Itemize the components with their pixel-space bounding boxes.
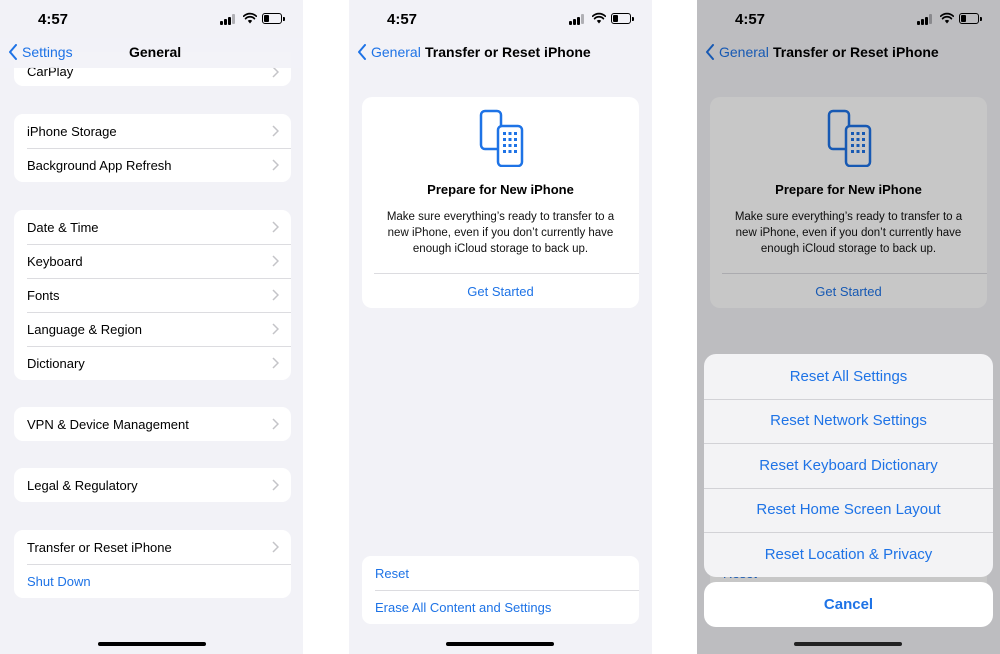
list-item-background-app-refresh[interactable]: Background App Refresh [14,148,291,182]
chevron-right-icon [272,541,279,553]
cancel-button[interactable]: Cancel [704,582,993,627]
reset-keyboard-dictionary-button[interactable]: Reset Keyboard Dictionary [704,443,993,488]
status-bar: 4:57 [0,0,303,38]
general-settings-screen: 4:57 Settings General CarPlay Settings G… [0,0,303,654]
list-item-iphone-storage[interactable]: iPhone Storage [14,114,291,148]
reset-home-screen-layout-button[interactable]: Reset Home Screen Layout [704,487,993,533]
list-item-date-time[interactable]: Date & Time [14,210,291,244]
card-divider [374,273,639,274]
reset-action-sheet: Reset All Settings Reset Network Setting… [704,354,993,577]
erase-label: Erase All Content and Settings [375,599,552,615]
erase-all-button[interactable]: Erase All Content and Settings [362,590,639,624]
list-item-label: Legal & Regulatory [27,477,138,493]
chevron-right-icon [272,125,279,137]
home-indicator[interactable] [794,642,902,646]
battery-icon [611,13,634,24]
list-item-label: VPN & Device Management [27,416,189,432]
transfer-phones-icon [479,109,524,167]
chevron-right-icon [272,289,279,301]
chevron-right-icon [272,418,279,430]
list-item-label: Dictionary [27,355,85,371]
settings-group-vpn: VPN & Device Management [14,407,291,441]
wifi-icon [243,12,257,24]
chevron-right-icon [272,221,279,233]
list-item-fonts[interactable]: Fonts [14,278,291,312]
wifi-icon [592,12,606,24]
battery-icon [262,13,285,24]
list-item-label: Keyboard [27,253,83,269]
shut-down-label: Shut Down [27,573,91,589]
list-item-label: Transfer or Reset iPhone [27,539,172,555]
list-item-label: Background App Refresh [27,157,172,173]
nav-bar: General Transfer or Reset iPhone [349,38,652,68]
list-item-keyboard[interactable]: Keyboard [14,244,291,278]
transfer-reset-screen: 4:57 General Transfer or Reset iPhone Pr… [349,0,652,654]
reset-label: Reset [375,565,409,581]
chevron-right-icon [272,255,279,267]
page-title: Transfer or Reset iPhone [425,44,591,60]
settings-group-transfer: Transfer or Reset iPhone Shut Down [14,530,291,598]
list-item-legal-regulatory[interactable]: Legal & Regulatory [14,468,291,502]
back-button-overlay[interactable]: Settings [8,44,73,60]
back-chevron-icon [9,44,17,60]
list-item-label: Language & Region [27,321,142,337]
chevron-right-icon [272,323,279,335]
settings-group-locale: Date & Time Keyboard Fonts Language & Re… [14,210,291,380]
home-indicator[interactable] [98,642,206,646]
list-item-label: Date & Time [27,219,99,235]
settings-group-storage: iPhone Storage Background App Refresh [14,114,291,182]
list-item-transfer-reset[interactable]: Transfer or Reset iPhone [14,530,291,564]
chevron-right-icon [272,357,279,369]
nav-bar-overlay: Settings General [0,38,303,68]
list-item-vpn-device-management[interactable]: VPN & Device Management [14,407,291,441]
reset-button[interactable]: Reset [362,556,639,590]
list-item-label: iPhone Storage [27,123,117,139]
reset-action-sheet-screen: 4:57 General Transfer or Reset iPhone Pr… [697,0,1000,654]
home-indicator[interactable] [446,642,554,646]
status-bar: 4:57 [349,0,652,38]
reset-network-settings-button[interactable]: Reset Network Settings [704,398,993,444]
chevron-right-icon [272,479,279,491]
list-item-language-region[interactable]: Language & Region [14,312,291,346]
status-time: 4:57 [38,11,69,28]
status-time: 4:57 [387,11,418,28]
card-description: Make sure everything’s ready to transfer… [386,211,615,255]
reset-location-privacy-button[interactable]: Reset Location & Privacy [704,532,993,577]
cellular-signal-icon [220,14,236,25]
back-button[interactable]: General [357,44,421,60]
get-started-button[interactable]: Get Started [362,284,639,299]
settings-group-legal: Legal & Regulatory [14,468,291,502]
cellular-signal-icon [569,14,585,25]
reset-all-settings-button[interactable]: Reset All Settings [704,354,993,399]
page-title-overlay: General [129,44,182,60]
back-chevron-icon [358,44,366,60]
chevron-right-icon [272,159,279,171]
shut-down-button[interactable]: Shut Down [14,564,291,598]
back-label: Settings [22,44,73,60]
back-label: General [371,44,421,60]
card-title: Prepare for New iPhone [427,182,574,197]
list-item-label: Fonts [27,287,60,303]
reset-options-group: Reset Erase All Content and Settings [362,556,639,624]
prepare-card: Prepare for New iPhone Make sure everyth… [362,97,639,308]
list-item-dictionary[interactable]: Dictionary [14,346,291,380]
